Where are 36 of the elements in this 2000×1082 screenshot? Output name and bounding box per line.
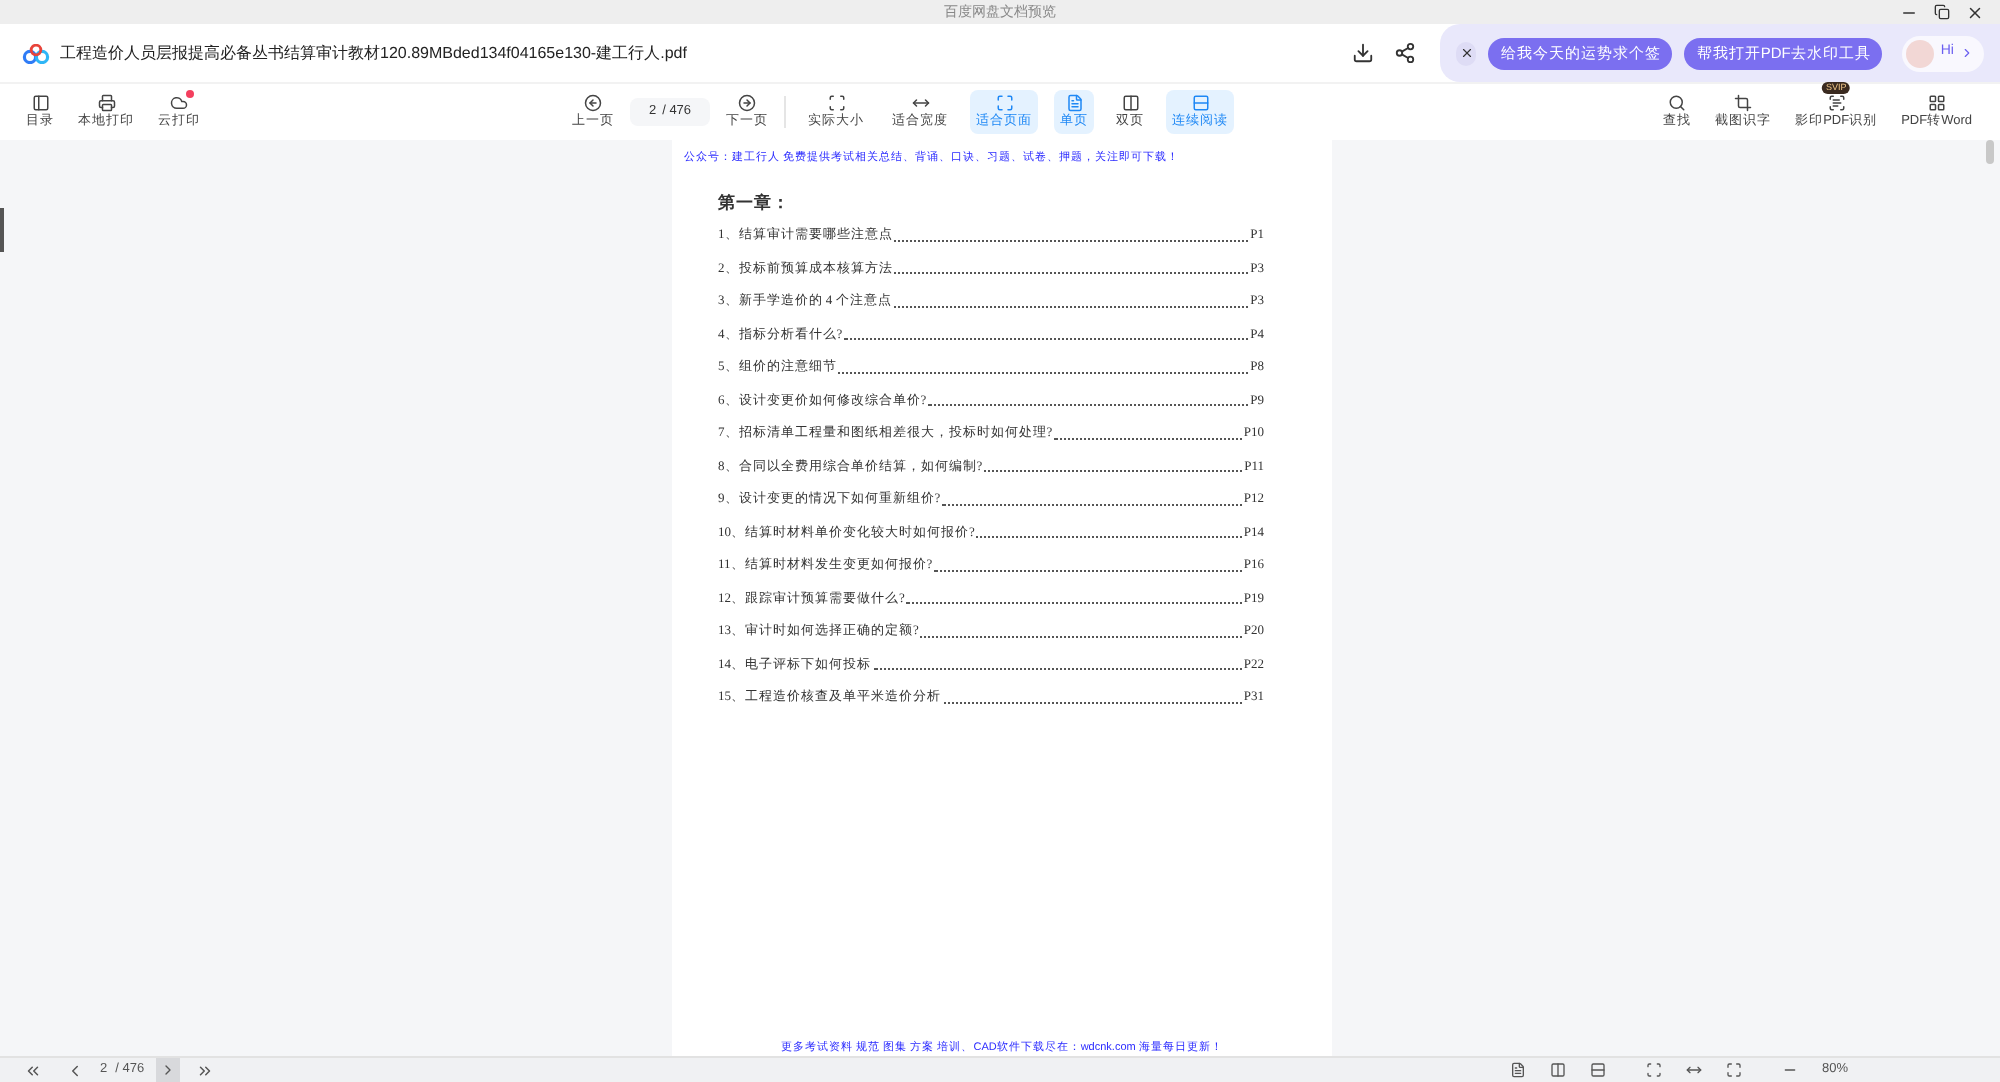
view-icon (911, 93, 929, 112)
last-page-icon[interactable] (196, 1061, 215, 1079)
fit-width-icon[interactable] (1685, 1062, 1702, 1078)
chevron-icon (1960, 46, 1974, 60)
view-icon (1121, 93, 1139, 112)
avatar-icon (1906, 39, 1935, 67)
scrollbar[interactable] (1986, 140, 1994, 164)
close-icon (1459, 46, 1474, 60)
first-page-icon[interactable] (24, 1061, 42, 1079)
continuous-icon[interactable] (1589, 1062, 1606, 1078)
download-icon[interactable] (1352, 42, 1374, 64)
next-icon (738, 93, 756, 112)
view-icon (827, 93, 845, 112)
chapter-title: 第一章： (718, 190, 792, 216)
toolbar-icon (97, 93, 115, 112)
view-icon (1191, 93, 1209, 112)
restore-icon[interactable] (1934, 4, 1950, 20)
previous-icon (584, 93, 602, 112)
single-page-icon[interactable] (1509, 1062, 1526, 1078)
view-icon (995, 93, 1013, 112)
previous-page-icon[interactable] (66, 1061, 84, 1079)
double-page-icon[interactable] (1549, 1062, 1566, 1078)
file-name: 工程造价人员层报提高必备丛书结算审计教材120.89MBded134f04165e130-建工行人.pdf (60, 41, 687, 65)
fit-page-icon[interactable] (1725, 1062, 1742, 1078)
close-button[interactable] (1456, 41, 1477, 65)
toolbar-icon (170, 93, 188, 112)
tool-icon (1734, 93, 1753, 112)
tool-icon (1668, 93, 1687, 112)
close-icon[interactable] (1966, 3, 1984, 21)
share-icon[interactable] (1394, 42, 1416, 64)
actual-size-icon[interactable] (1645, 1062, 1662, 1078)
tool-icon (1927, 93, 1946, 112)
toolbar-icon (31, 93, 49, 112)
view-icon (1065, 93, 1083, 112)
cloud-logo-icon (22, 43, 50, 63)
tool-icon (1827, 93, 1846, 112)
